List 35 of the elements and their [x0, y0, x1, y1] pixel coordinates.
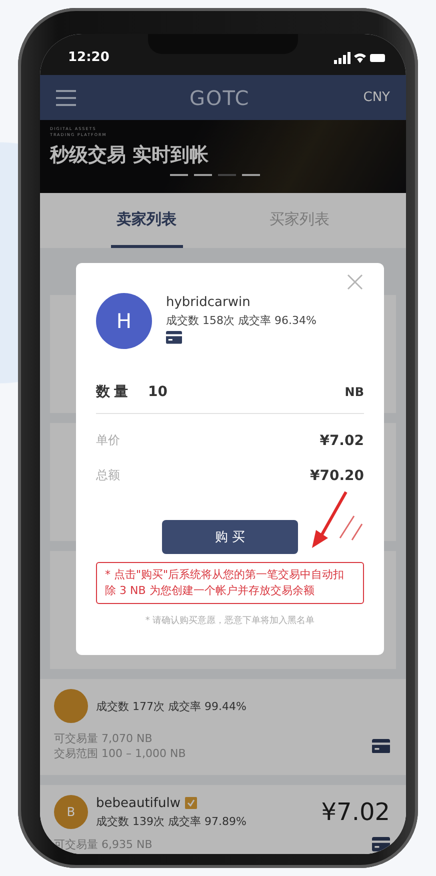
currency-selector[interactable]: CNY [363, 90, 390, 105]
seller-stats: 成交数 177次 成交率 99.44% [96, 698, 248, 714]
price-value: ¥7.02 [320, 432, 364, 448]
list-tab[interactable]: 卖家列表 [110, 193, 182, 248]
carousel-indicator[interactable] [194, 174, 212, 176]
close-button[interactable] [346, 273, 364, 291]
menu-icon[interactable] [56, 90, 76, 106]
seller-range: 交易范围 100 – 1,000 NB [54, 746, 186, 761]
quantity-label: 数量 [96, 383, 132, 401]
card-icon [372, 738, 390, 754]
seller-name: bebeautifulw [96, 796, 180, 810]
status-time: 12:20 [68, 50, 110, 65]
warning-note: * 请确认购买意愿，恶意下单将加入黑名单 [144, 614, 316, 627]
seller-stats: 成交数 158次 成交率 96.34% [166, 313, 316, 328]
seller-price: ¥7.02 [321, 798, 390, 826]
banner-headline: 秒级交易 实时到帐 [50, 143, 210, 168]
seller-volume: 可交易量 7,070 NB [54, 731, 154, 746]
buy-button[interactable]: 购 买 [162, 520, 298, 554]
quantity-unit: NB [344, 385, 364, 399]
carousel-indicator[interactable] [218, 174, 236, 176]
logo: GOTC [190, 86, 250, 110]
seller-card[interactable]: 成交数 177次 成交率 99.44% 可交易量 7,070 NB 交易范围 100 – 1,000 NB [40, 679, 406, 775]
avatar: H [96, 293, 152, 349]
card-icon [372, 837, 390, 852]
avatar: B [54, 795, 88, 829]
carousel-indicator[interactable] [170, 174, 188, 176]
seller-stats: 成交数 139次 成交率 97.89% [96, 814, 248, 828]
price-label: 总额 [96, 467, 120, 484]
price-value: ¥70.20 [310, 468, 364, 484]
price-label: 单价 [96, 432, 120, 449]
status-icons [334, 52, 386, 64]
notice-text: * 点击"购买"后系统将从您的第一笔交易中自动扣除 3 NB 为您创建一个帐户并存放交易余额 [96, 562, 364, 604]
carousel-indicator[interactable] [242, 174, 260, 176]
card-icon [166, 331, 182, 344]
seller-name: hybridcarwin [166, 295, 252, 310]
